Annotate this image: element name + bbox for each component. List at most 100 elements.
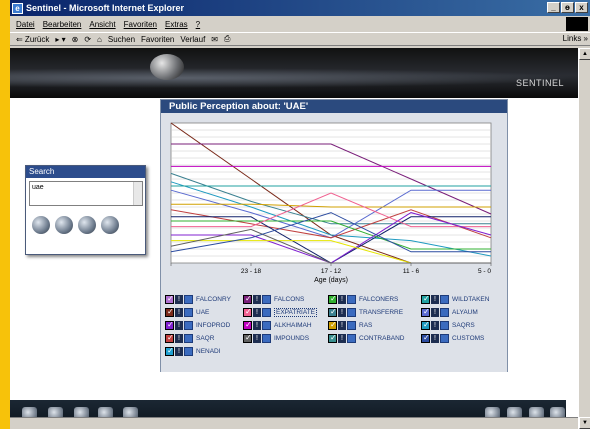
- maximize-button[interactable]: ɵ: [561, 2, 574, 13]
- legend-item[interactable]: ! SAQRS: [421, 320, 475, 330]
- legend-checkbox[interactable]: [243, 333, 252, 343]
- legend-checkbox[interactable]: [328, 320, 337, 330]
- info-icon[interactable]: !: [253, 333, 261, 343]
- legend-item[interactable]: ! FALCONRY: [165, 294, 231, 304]
- legend-item[interactable]: ! CONTRABAND: [328, 333, 405, 343]
- history-button[interactable]: Verlauf: [180, 35, 205, 44]
- links-button[interactable]: Links »: [563, 34, 588, 43]
- legend-item[interactable]: ! IMPOUNDS: [243, 333, 309, 343]
- info-icon[interactable]: !: [338, 307, 346, 317]
- legend-checkbox[interactable]: [328, 333, 337, 343]
- x-tick-label: 5 - 0: [478, 268, 491, 275]
- info-icon[interactable]: !: [175, 307, 183, 317]
- info-icon[interactable]: !: [253, 320, 261, 330]
- legend-checkbox[interactable]: [421, 294, 430, 304]
- info-icon[interactable]: !: [175, 294, 183, 304]
- legend-checkbox[interactable]: [243, 294, 252, 304]
- document-icon[interactable]: [78, 216, 96, 234]
- info-icon[interactable]: !: [253, 294, 261, 304]
- legend-item[interactable]: ! NENADI: [165, 346, 221, 356]
- satellite-icon[interactable]: [101, 216, 119, 234]
- back-button[interactable]: ⇐ Zurück: [16, 35, 49, 44]
- legend-checkbox[interactable]: [165, 320, 174, 330]
- monitor-icon[interactable]: [184, 346, 193, 356]
- menu-favoriten[interactable]: Favoriten: [124, 20, 157, 29]
- toolbar: ⇐ Zurück ▸ ▾ ⊗ ⟳ ⌂ Suchen Favoriten Verl…: [10, 32, 590, 46]
- database-icon[interactable]: [32, 216, 50, 234]
- monitor-icon[interactable]: [440, 294, 449, 304]
- info-icon[interactable]: !: [253, 307, 261, 317]
- monitor-icon[interactable]: [184, 307, 193, 317]
- legend-checkbox[interactable]: [243, 320, 252, 330]
- legend-item[interactable]: ! TRANSFERRE: [328, 307, 403, 317]
- search-button[interactable]: Suchen: [108, 35, 135, 44]
- legend-checkbox[interactable]: [165, 294, 174, 304]
- monitor-icon[interactable]: [184, 294, 193, 304]
- menu-datei[interactable]: Datei: [16, 20, 35, 29]
- monitor-icon[interactable]: [440, 320, 449, 330]
- info-icon[interactable]: !: [431, 333, 439, 343]
- legend-item[interactable]: ! RAS: [328, 320, 372, 330]
- info-icon[interactable]: !: [338, 294, 346, 304]
- info-icon[interactable]: !: [175, 346, 183, 356]
- scroll-up-icon[interactable]: ▲: [579, 48, 590, 60]
- legend-item[interactable]: ! UAE: [165, 307, 209, 317]
- info-icon[interactable]: !: [175, 333, 183, 343]
- menu-extras[interactable]: Extras: [165, 20, 188, 29]
- monitor-icon[interactable]: [347, 333, 356, 343]
- legend-item[interactable]: ! INFOPROD: [165, 320, 230, 330]
- search-input-scrollbar[interactable]: [133, 182, 142, 205]
- home-icon[interactable]: ⌂: [97, 35, 102, 44]
- print-icon[interactable]: ⎙: [224, 34, 230, 44]
- legend-item[interactable]: ! CUSTOMS: [421, 333, 484, 343]
- info-icon[interactable]: !: [431, 320, 439, 330]
- monitor-icon[interactable]: [440, 307, 449, 317]
- legend-checkbox[interactable]: [243, 307, 252, 317]
- close-button[interactable]: x: [575, 2, 588, 13]
- monitor-icon[interactable]: [347, 294, 356, 304]
- monitor-icon[interactable]: [262, 320, 271, 330]
- legend-item[interactable]: ! ALYAUM: [421, 307, 478, 317]
- legend-checkbox[interactable]: [421, 333, 430, 343]
- legend-checkbox[interactable]: [165, 307, 174, 317]
- minimize-button[interactable]: _: [547, 2, 560, 13]
- legend-label: UAE: [196, 308, 210, 316]
- monitor-icon[interactable]: [184, 320, 193, 330]
- menu-ansicht[interactable]: Ansicht: [89, 20, 115, 29]
- monitor-icon[interactable]: [262, 333, 271, 343]
- legend-item[interactable]: ! FALCONERS: [328, 294, 398, 304]
- info-icon[interactable]: !: [175, 320, 183, 330]
- forward-button[interactable]: ▸ ▾: [55, 35, 65, 44]
- monitor-icon[interactable]: [262, 307, 271, 317]
- info-icon[interactable]: !: [431, 307, 439, 317]
- monitor-icon[interactable]: [347, 320, 356, 330]
- scroll-down-icon[interactable]: ▼: [579, 417, 590, 429]
- menu-help[interactable]: ?: [196, 20, 200, 29]
- mail-icon[interactable]: ✉: [211, 35, 218, 44]
- monitor-icon[interactable]: [440, 333, 449, 343]
- legend-item[interactable]: ! FALCONS: [243, 294, 304, 304]
- favorites-button[interactable]: Favoriten: [141, 35, 174, 44]
- legend-checkbox[interactable]: [165, 346, 174, 356]
- legend-item[interactable]: ! ALKHAIMAH: [243, 320, 312, 330]
- legend-item[interactable]: ! SAQR: [165, 333, 214, 343]
- search-input[interactable]: uae: [29, 181, 143, 206]
- monitor-icon[interactable]: [184, 333, 193, 343]
- legend-item[interactable]: ! WILDTAKEN: [421, 294, 489, 304]
- info-icon[interactable]: !: [338, 320, 346, 330]
- monitor-icon[interactable]: [347, 307, 356, 317]
- menu-bearbeiten[interactable]: Bearbeiten: [43, 20, 82, 29]
- network-icon[interactable]: [55, 216, 73, 234]
- legend-checkbox[interactable]: [328, 294, 337, 304]
- legend-checkbox[interactable]: [328, 307, 337, 317]
- legend-item[interactable]: ! EXPATRIATE: [243, 307, 318, 317]
- legend-checkbox[interactable]: [421, 320, 430, 330]
- page-scrollbar[interactable]: ▲ ▼: [578, 48, 590, 429]
- legend-checkbox[interactable]: [165, 333, 174, 343]
- refresh-icon[interactable]: ⟳: [84, 35, 91, 44]
- legend-checkbox[interactable]: [421, 307, 430, 317]
- info-icon[interactable]: !: [431, 294, 439, 304]
- stop-icon[interactable]: ⊗: [72, 35, 79, 44]
- monitor-icon[interactable]: [262, 294, 271, 304]
- info-icon[interactable]: !: [338, 333, 346, 343]
